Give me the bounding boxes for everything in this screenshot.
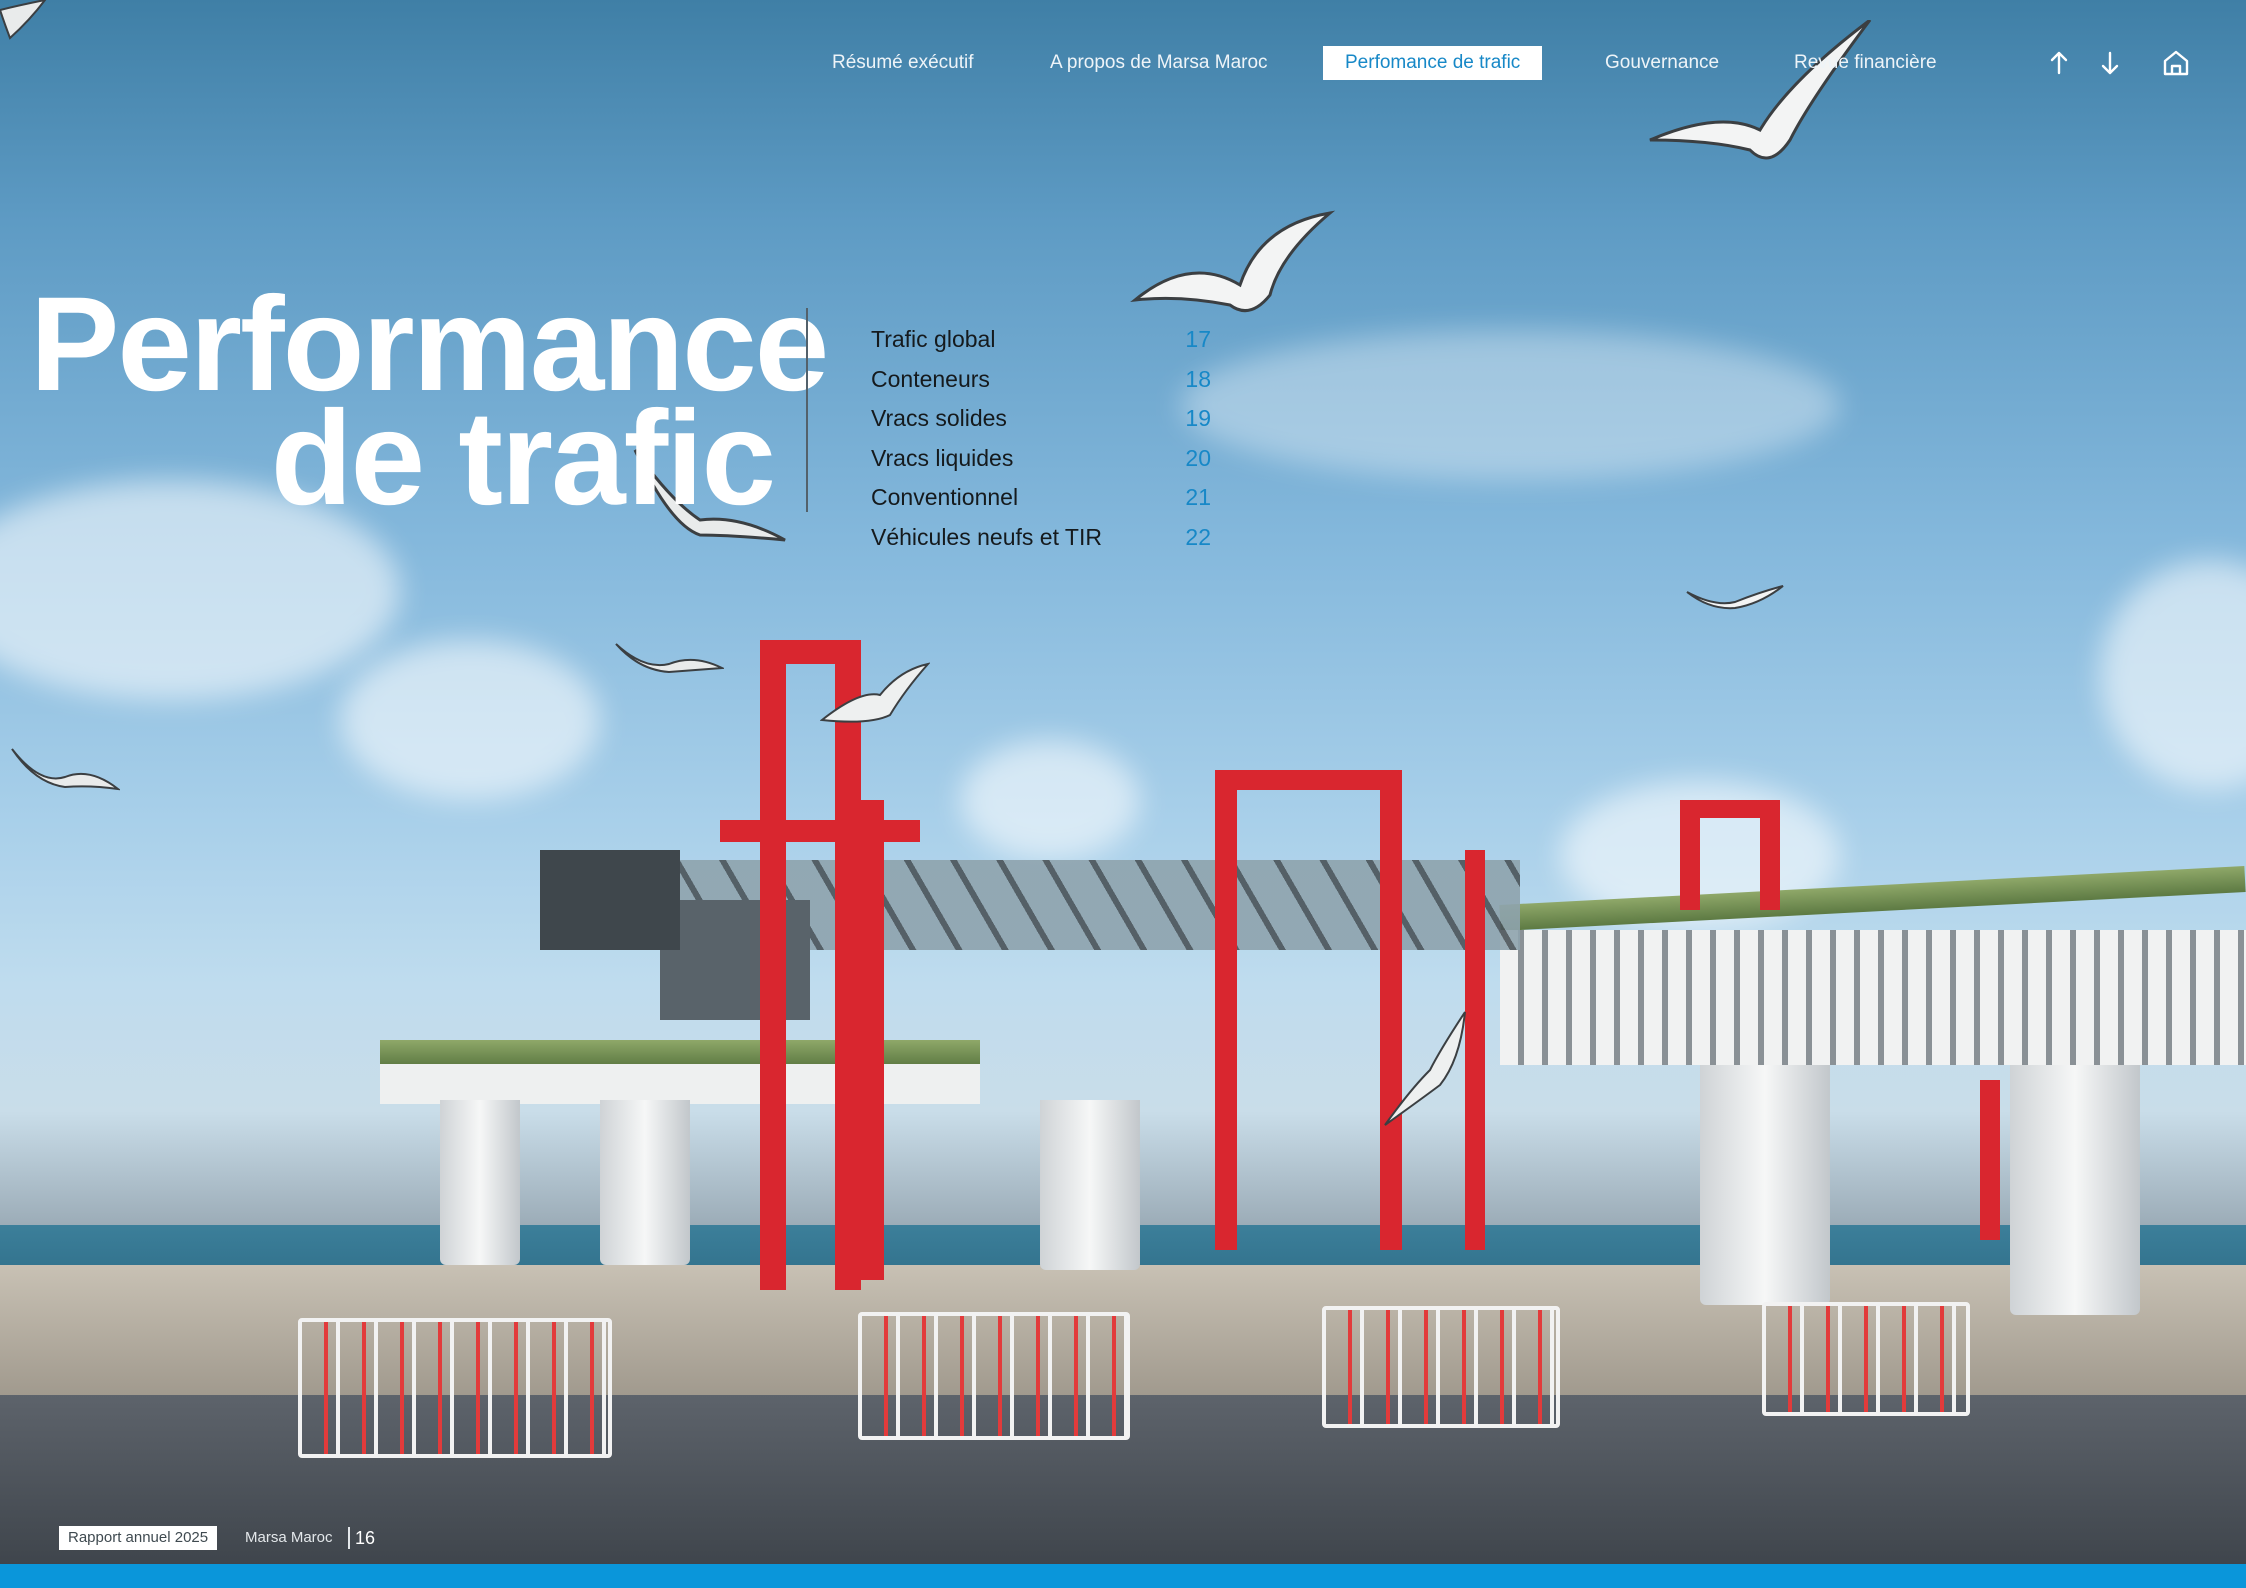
bottom-accent-bar [0,1564,2246,1588]
nav-item-revue-financiere[interactable]: Revue financière [1794,46,1937,80]
arrow-down-icon[interactable] [2091,44,2129,82]
toc-page-number: 18 [1185,365,1211,392]
page: Résumé exécutif A propos de Marsa Maroc … [0,0,2246,1588]
footer-separator [348,1527,350,1549]
toc-page-number: 21 [1185,484,1211,510]
arrow-up-icon[interactable] [2040,44,2078,82]
toc-item-vehicules-neufs-et-tir[interactable]: Véhicules neufs et TIR 22 [871,518,1211,558]
toc-label: Véhicules neufs et TIR [871,523,1102,550]
nav-item-gouvernance[interactable]: Gouvernance [1605,46,1719,80]
footer-report-badge: Rapport annuel 2025 [59,1526,218,1550]
toc-label: Trafic global [871,326,996,352]
toc-item-conventionnel[interactable]: Conventionnel 21 [871,478,1211,518]
toc-label: Conteneurs [871,365,990,392]
nav-item-a-propos[interactable]: A propos de Marsa Maroc [1050,46,1268,80]
toc-item-vracs-liquides[interactable]: Vracs liquides 20 [871,439,1211,479]
toc-label: Conventionnel [871,484,1019,510]
home-icon[interactable] [2157,44,2195,82]
section-contents: Trafic global 17 Conteneurs 18 Vracs sol… [871,320,1211,557]
toc-page-number: 22 [1185,523,1211,550]
page-title-line-2: de trafic [270,384,776,533]
toc-page-number: 19 [1185,405,1211,431]
toc-label: Vracs liquides [871,444,1014,471]
page-title: Performance de trafic [30,278,829,526]
toc-page-number: 17 [1185,326,1211,352]
footer-company-name: Marsa Maroc [245,1529,333,1546]
toc-label: Vracs solides [871,405,1007,431]
footer-page-number: 16 [355,1528,376,1548]
toc-item-conteneurs[interactable]: Conteneurs 18 [871,360,1211,400]
toc-page-number: 20 [1185,444,1211,471]
top-navigation: Résumé exécutif A propos de Marsa Maroc … [0,46,2246,80]
title-divider [806,308,808,512]
nav-item-resume-executif[interactable]: Résumé exécutif [832,46,974,80]
toc-item-vracs-solides[interactable]: Vracs solides 19 [871,399,1211,439]
toc-item-trafic-global[interactable]: Trafic global 17 [871,320,1211,360]
nav-item-performance-de-trafic[interactable]: Perfomance de trafic [1323,46,1543,80]
